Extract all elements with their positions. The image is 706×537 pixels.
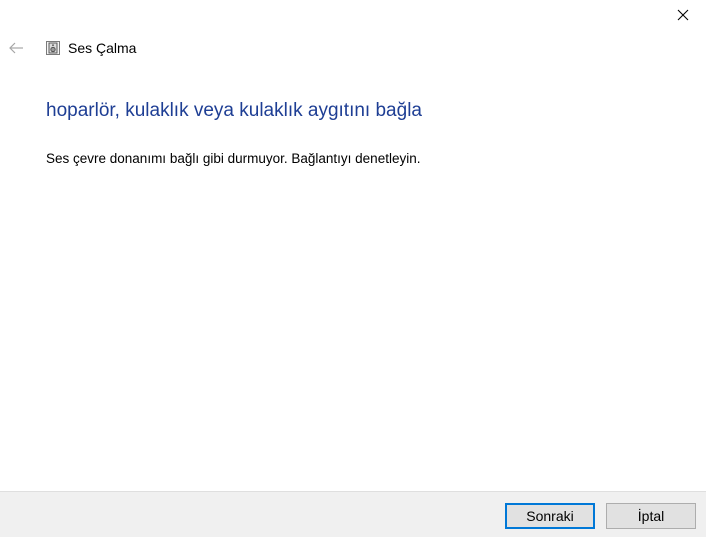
back-arrow-icon [9, 42, 23, 54]
close-icon [677, 9, 689, 21]
title-bar: Ses Çalma [0, 37, 136, 59]
speaker-icon [44, 39, 62, 57]
back-button[interactable] [0, 37, 32, 59]
next-button[interactable]: Sonraki [505, 503, 595, 529]
window-title: Ses Çalma [68, 40, 137, 56]
button-footer: Sonraki İptal [0, 491, 706, 537]
cancel-button[interactable]: İptal [606, 503, 696, 529]
dialog-window: Ses Çalma hoparlör, kulaklık veya kulakl… [0, 0, 706, 537]
page-heading: hoparlör, kulaklık veya kulaklık aygıtın… [46, 100, 422, 121]
status-message: Ses çevre donanımı bağlı gibi durmuyor. … [46, 151, 421, 166]
close-button[interactable] [660, 0, 706, 30]
